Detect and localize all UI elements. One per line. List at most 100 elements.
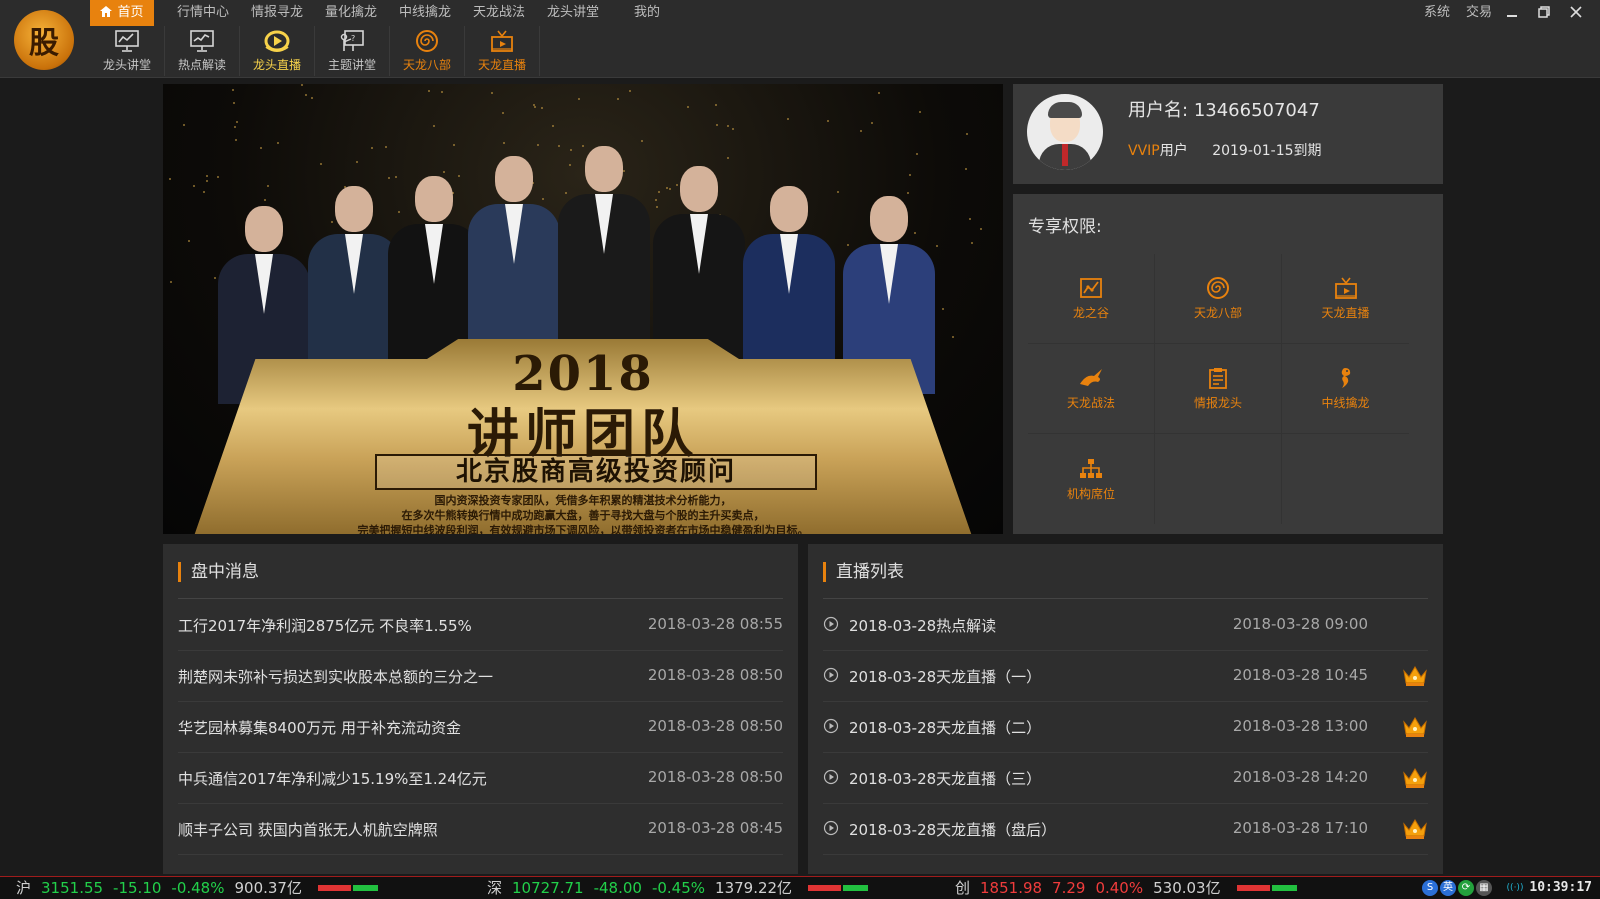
crown-icon <box>1403 768 1427 788</box>
menu-item-4[interactable]: 中线擒龙 <box>388 0 462 26</box>
crown-icon <box>1403 666 1427 686</box>
wifi-icon[interactable]: ((·)) <box>1502 880 1528 896</box>
menu-item-3[interactable]: 量化擒龙 <box>314 0 388 26</box>
play-icon <box>823 667 839 683</box>
privilege-3[interactable]: 天龙战法 <box>1028 344 1155 434</box>
live-row[interactable]: 2018-03-28天龙直播（盘后） 2018-03-28 17:10 <box>823 804 1428 855</box>
banner-desc-line: 国内资深投资专家团队，凭借多年积累的精湛技术分析能力， <box>434 494 732 507</box>
toolbar-item-label: 天龙八部 <box>402 58 451 72</box>
trend-monitor-icon <box>189 29 215 53</box>
up-down-ratio-bar <box>808 885 869 891</box>
live-row[interactable]: 2018-03-28天龙直播（三） 2018-03-28 14:20 <box>823 753 1428 804</box>
news-row[interactable]: 顺丰子公司 获国内首张无人机航空牌照 2018-03-28 08:45 <box>178 804 783 855</box>
news-row-title: 工行2017年净利润2875亿元 不良率1.55% <box>178 617 472 635</box>
grid-icon[interactable]: ▦ <box>1476 880 1492 896</box>
close-button[interactable] <box>1560 0 1592 24</box>
ying-icon[interactable]: 英 <box>1440 880 1456 896</box>
live-row-title: 2018-03-28热点解读 <box>849 617 997 635</box>
index-quote[interactable]: 深 10727.71 -48.00 -0.45% 1379.22亿 <box>487 877 869 899</box>
s-icon[interactable]: S <box>1422 880 1438 896</box>
play-icon <box>823 718 839 734</box>
live-row-time: 2018-03-28 09:00 <box>1232 615 1368 633</box>
live-panel: 直播列表 2018-03-28热点解读 2018-03-28 09:00 201… <box>808 544 1443 874</box>
up-down-ratio-bar <box>317 885 378 891</box>
news-list: 工行2017年净利润2875亿元 不良率1.55% 2018-03-28 08:… <box>178 600 783 855</box>
menu-item-2[interactable]: 情报寻龙 <box>240 0 314 26</box>
level-suffix: 用户 <box>1159 143 1188 159</box>
teacher-team-banner[interactable]: 2018 讲师团队 北京股商高级投资顾问 国内资深投资专家团队，凭借多年积累的精… <box>163 84 1003 534</box>
privileges-grid: 龙之谷 天龙八部 天龙直播天龙战法 情报龙头 中线擒龙机构席位 <box>1028 254 1410 524</box>
toolbar-item-label: 天龙直播 <box>477 58 526 72</box>
news-row-time: 2018-03-28 08:45 <box>647 819 783 837</box>
privileges-panel: 专享权限: 龙之谷 天龙八部 天龙直播天龙战法 情报龙头 中线擒龙机构席位 <box>1013 194 1443 534</box>
menu-item-label: 情报寻龙 <box>250 5 303 20</box>
minimize-button[interactable] <box>1496 0 1528 24</box>
privilege-label: 天龙直播 <box>1321 306 1370 320</box>
home-icon <box>100 1 113 17</box>
privilege-label: 天龙八部 <box>1193 306 1242 320</box>
index-name: 沪 <box>16 879 32 897</box>
privilege-label: 龙之谷 <box>1072 306 1109 320</box>
toolbar-item-5[interactable]: 天龙直播 <box>465 26 540 76</box>
expire-date: 2019-01-15到期 <box>1212 143 1322 159</box>
toolbar-item-3[interactable]: ? 主题讲堂 <box>315 26 390 76</box>
privilege-4[interactable]: 情报龙头 <box>1155 344 1282 434</box>
crown-icon <box>1403 717 1427 737</box>
news-row[interactable]: 荆楚网未弥补亏损达到实收股本总额的三分之一 2018-03-28 08:50 <box>178 651 783 702</box>
toolbar-item-label: 龙头直播 <box>252 58 301 72</box>
toolbar-item-4[interactable]: 天龙八部 <box>390 26 465 76</box>
toolbar-item-0[interactable]: 龙头讲堂 <box>90 26 165 76</box>
menu-item-label: 首页 <box>117 5 144 20</box>
live-row-title: 2018-03-28天龙直播（三） <box>849 770 1042 788</box>
avatar[interactable] <box>1027 94 1103 170</box>
index-amount: 1379.22亿 <box>715 879 793 897</box>
index-quote[interactable]: 沪 3151.55 -15.10 -0.48% 900.37亿 <box>16 877 378 899</box>
index-amount: 900.37亿 <box>234 879 302 897</box>
index-quote[interactable]: 创 1851.98 7.29 0.40% 530.03亿 <box>955 877 1297 899</box>
main-menu: 首页 行情中心 情报寻龙 量化擒龙 中线擒龙 天龙战法 龙头讲堂 我的 <box>90 0 684 26</box>
menu-item-label: 行情中心 <box>176 5 229 20</box>
privilege-2[interactable]: 天龙直播 <box>1282 254 1409 344</box>
privilege-label: 情报龙头 <box>1193 396 1242 410</box>
menu-system[interactable]: 系统 <box>1424 0 1450 26</box>
toolbar-item-2[interactable]: 龙头直播 <box>240 26 315 76</box>
banner-subtitle: 北京股商高级投资顾问 <box>375 454 817 490</box>
refresh-icon[interactable]: ⟳ <box>1458 880 1474 896</box>
menu-item-label: 量化擒龙 <box>324 5 377 20</box>
index-price: 10727.71 <box>512 879 584 897</box>
play-icon <box>823 769 839 785</box>
seahorse-icon <box>1333 366 1359 390</box>
maximize-button[interactable] <box>1528 0 1560 24</box>
app-logo: 股 <box>14 10 74 70</box>
news-row-title: 顺丰子公司 获国内首张无人机航空牌照 <box>178 821 438 839</box>
news-row[interactable]: 中兵通信2017年净利减少15.19%至1.24亿元 2018-03-28 08… <box>178 753 783 804</box>
privilege-1[interactable]: 天龙八部 <box>1155 254 1282 344</box>
menu-item-7[interactable]: 我的 <box>610 0 684 26</box>
menu-item-label: 龙头讲堂 <box>546 5 599 20</box>
privileges-title: 专享权限: <box>1028 217 1102 237</box>
news-row[interactable]: 华艺园林募集8400万元 用于补充流动资金 2018-03-28 08:50 <box>178 702 783 753</box>
live-row[interactable]: 2018-03-28天龙直播（二） 2018-03-28 13:00 <box>823 702 1428 753</box>
menu-item-1[interactable]: 行情中心 <box>166 0 240 26</box>
privilege-6[interactable]: 机构席位 <box>1028 434 1155 524</box>
toolbar-item-1[interactable]: 热点解读 <box>165 26 240 76</box>
org-chart-icon <box>1078 457 1104 481</box>
menu-trade[interactable]: 交易 <box>1466 0 1492 26</box>
live-title: 直播列表 <box>823 562 904 582</box>
chart-box-icon <box>1078 276 1104 300</box>
privilege-0[interactable]: 龙之谷 <box>1028 254 1155 344</box>
index-pct: -0.48% <box>171 879 225 897</box>
index-price: 1851.98 <box>980 879 1043 897</box>
privilege-5[interactable]: 中线擒龙 <box>1282 344 1409 434</box>
menu-item-0[interactable]: 首页 <box>90 0 154 26</box>
live-row[interactable]: 2018-03-28热点解读 2018-03-28 09:00 <box>823 600 1428 651</box>
live-row-time: 2018-03-28 10:45 <box>1232 666 1368 684</box>
user-panel: 用户名: 13466507047 VVIP用户 2019-01-15到期 <box>1013 84 1443 184</box>
news-row[interactable]: 工行2017年净利润2875亿元 不良率1.55% 2018-03-28 08:… <box>178 600 783 651</box>
live-row[interactable]: 2018-03-28天龙直播（一） 2018-03-28 10:45 <box>823 651 1428 702</box>
menu-item-5[interactable]: 天龙战法 <box>462 0 536 26</box>
live-row-title: 2018-03-28天龙直播（二） <box>849 719 1042 737</box>
menu-item-6[interactable]: 龙头讲堂 <box>536 0 610 26</box>
logo-char: 股 <box>29 26 59 61</box>
privilege-label: 天龙战法 <box>1066 396 1115 410</box>
